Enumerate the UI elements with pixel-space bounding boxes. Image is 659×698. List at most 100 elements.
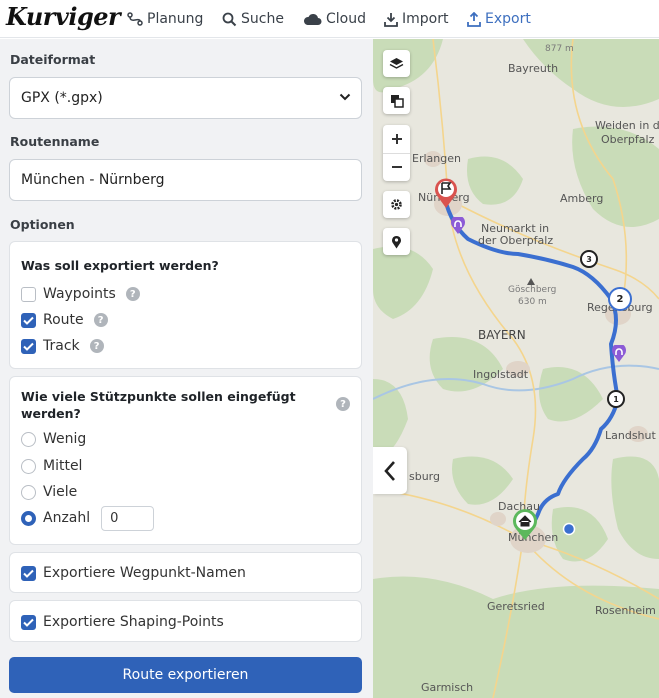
points-radio-count[interactable] <box>21 510 36 526</box>
place-neumarkt-2: der Oberpfalz <box>478 234 554 247</box>
nav-cloud-label: Cloud <box>326 11 366 27</box>
place-goeschberg: Göschberg <box>508 285 557 295</box>
points-label-medium: Mittel <box>43 458 83 474</box>
place-amberg: Amberg <box>560 192 604 205</box>
points-title: Wie viele Stützpunkte sollen eingefügt w… <box>21 389 296 421</box>
help-icon[interactable]: ? <box>125 287 140 301</box>
waypoints-checkbox[interactable] <box>21 286 36 302</box>
nav-cloud[interactable]: Cloud <box>303 9 366 29</box>
locate-button[interactable] <box>383 228 410 255</box>
place-weiden-1: Weiden in der <box>595 119 659 132</box>
waypoints-option[interactable]: Waypoints ? <box>21 284 140 304</box>
waypoint-names-card: Exportiere Wegpunkt-Namen <box>9 552 362 593</box>
clone-icon <box>390 94 404 108</box>
shaping-points-label: Exportiere Shaping-Points <box>43 614 224 630</box>
cloud-icon <box>303 13 322 25</box>
zoom-out-button[interactable] <box>383 153 410 181</box>
shaping-point-marker-2[interactable] <box>611 343 627 367</box>
points-option-many[interactable]: Viele <box>21 482 77 502</box>
track-option[interactable]: Track ? <box>21 336 104 356</box>
waypoint-marker-3[interactable]: 3 <box>580 250 598 268</box>
nav-planning[interactable]: Planung <box>127 9 203 29</box>
export-content-title: Was soll exportiert werden? <box>21 258 219 273</box>
points-radio-medium[interactable] <box>21 458 36 474</box>
place-erlangen: Erlangen <box>412 152 461 165</box>
checkmark-icon <box>23 618 34 627</box>
place-garmisch: Garmisch <box>421 681 474 694</box>
export-route-button[interactable]: Route exportieren <box>9 657 362 693</box>
shaping-point-marker[interactable] <box>450 215 466 239</box>
points-radio-many[interactable] <box>21 484 36 500</box>
shaping-point-icon <box>612 343 626 362</box>
overlay-button[interactable] <box>383 87 410 114</box>
track-checkbox[interactable] <box>21 338 36 354</box>
file-format-label: Dateiformat <box>10 52 96 67</box>
nav-search[interactable]: Suche <box>222 9 284 29</box>
peak-height-label: 877 m <box>545 44 574 54</box>
settings-button[interactable] <box>383 191 410 218</box>
route-name-input[interactable]: München - Nürnberg <box>9 159 362 201</box>
place-bayern: BAYERN <box>478 328 526 342</box>
help-icon[interactable]: ? <box>336 397 350 411</box>
waypoint-marker-1[interactable]: 1 <box>607 390 625 408</box>
destination-flag-marker[interactable] <box>433 177 459 213</box>
chevron-down-icon <box>339 93 351 101</box>
place-landshut: Landshut <box>605 429 656 442</box>
place-goeschberg-height: 630 m <box>518 297 547 307</box>
points-label-few: Wenig <box>43 431 87 447</box>
nav-export-label: Export <box>485 11 531 27</box>
place-weiden-2: Oberpfalz <box>601 133 655 146</box>
waypoint-marker-2[interactable]: 2 <box>608 287 632 311</box>
points-option-count[interactable]: Anzahl 0 <box>21 505 155 531</box>
app-logo[interactable]: Kurviger <box>6 2 121 31</box>
export-content-card: Was soll exportiert werden? Waypoints ? … <box>9 241 362 369</box>
layers-button[interactable] <box>383 50 410 77</box>
waypoint-names-checkbox[interactable] <box>21 565 36 581</box>
chevron-left-icon <box>384 460 395 481</box>
help-icon[interactable]: ? <box>93 313 108 327</box>
upload-icon <box>467 11 481 27</box>
nav-import-label: Import <box>402 11 449 27</box>
route-option[interactable]: Route ? <box>21 310 108 330</box>
route-map[interactable]: 877 m Bayreuth Weiden in der Oberpfalz E… <box>373 39 659 698</box>
place-ingolstadt: Ingolstadt <box>473 368 529 381</box>
place-bayreuth: Bayreuth <box>508 62 559 75</box>
place-geretsried: Geretsried <box>487 600 545 613</box>
route-name-value: München - Nürnberg <box>21 172 165 188</box>
file-format-select[interactable]: GPX (*.gpx) <box>9 77 362 119</box>
nav-import[interactable]: Import <box>384 9 448 29</box>
track-label: Track <box>43 338 80 354</box>
points-radio-few[interactable] <box>21 431 36 447</box>
points-label-many: Viele <box>43 484 78 500</box>
waypoint-names-option[interactable]: Exportiere Wegpunkt-Namen <box>21 563 246 583</box>
shaping-point-icon <box>451 215 465 234</box>
file-format-value: GPX (*.gpx) <box>21 90 103 106</box>
shaping-points-option[interactable]: Exportiere Shaping-Points <box>21 612 224 632</box>
checkmark-icon <box>23 316 34 325</box>
route-name-label: Routenname <box>10 134 100 149</box>
shaping-points-checkbox[interactable] <box>21 614 36 630</box>
options-label: Optionen <box>10 217 75 232</box>
zoom-in-button[interactable] <box>383 125 410 153</box>
nav-export[interactable]: Export <box>467 9 531 29</box>
points-label-count: Anzahl <box>43 510 91 526</box>
search-icon <box>222 12 237 26</box>
route-checkbox[interactable] <box>21 312 36 328</box>
top-navbar: Kurviger Planung Suche Cloud Import Expo… <box>0 0 659 38</box>
waypoints-label: Waypoints <box>43 286 116 302</box>
start-home-marker[interactable] <box>511 509 539 545</box>
points-count-input[interactable]: 0 <box>101 505 155 531</box>
points-option-few[interactable]: Wenig <box>21 429 86 449</box>
points-option-medium[interactable]: Mittel <box>21 456 82 476</box>
route-label: Route <box>43 312 84 328</box>
shaping-points-card: Exportiere Shaping-Points <box>9 600 362 642</box>
route-icon <box>127 12 143 26</box>
help-icon[interactable]: ? <box>89 339 104 353</box>
nav-planning-label: Planung <box>147 11 204 27</box>
place-augsburg: sburg <box>409 470 440 483</box>
collapse-panel-button[interactable] <box>373 447 407 494</box>
home-icon <box>513 509 537 540</box>
checkmark-icon <box>23 342 34 351</box>
download-icon <box>384 12 398 27</box>
zoom-control <box>383 125 410 181</box>
